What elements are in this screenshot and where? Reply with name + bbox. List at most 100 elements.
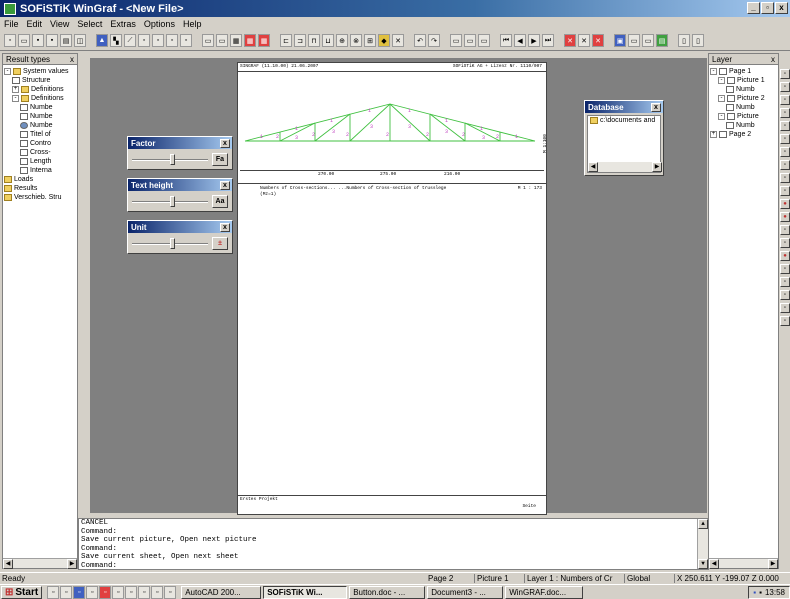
tray-icon[interactable]: ▪: [753, 588, 756, 597]
tree-item[interactable]: Numb: [710, 85, 777, 94]
tree-item[interactable]: Interna: [4, 166, 76, 175]
tree-item[interactable]: Numb: [710, 121, 777, 130]
factor-button[interactable]: Fa: [212, 153, 228, 166]
start-button[interactable]: ⊞ Start: [1, 585, 43, 599]
zoom-page-icon[interactable]: ▭: [464, 34, 476, 47]
tray-icon[interactable]: ▪: [759, 588, 762, 597]
database-icon[interactable]: ▤: [656, 34, 668, 47]
tree-item[interactable]: - Picture 1: [710, 76, 777, 85]
collapse-icon[interactable]: -: [4, 68, 11, 75]
quick-launch-icon[interactable]: ▫: [99, 585, 112, 599]
tool-icon[interactable]: ▫: [780, 82, 790, 92]
tree-item[interactable]: Numbe: [4, 121, 76, 130]
next-page-icon[interactable]: ▶: [528, 34, 540, 47]
taskbar-item[interactable]: Button.doc - ...: [349, 585, 426, 599]
horizontal-scrollbar[interactable]: ◀ ▶: [3, 558, 77, 569]
taskbar-item[interactable]: WinGRAF.doc...: [505, 585, 584, 599]
slider-thumb[interactable]: [170, 153, 175, 165]
collapse-icon[interactable]: -: [718, 95, 725, 102]
tree-item[interactable]: + Definitions: [4, 85, 76, 94]
redo-icon[interactable]: ↷: [428, 34, 440, 47]
scroll-right-icon[interactable]: ▶: [67, 559, 77, 569]
tree-item[interactable]: Cross-: [4, 148, 76, 157]
tree-item[interactable]: Contro: [4, 139, 76, 148]
tool-icon[interactable]: ▫: [780, 290, 790, 300]
tool-icon[interactable]: ▫: [780, 316, 790, 326]
save-icon[interactable]: ▪: [32, 34, 44, 47]
tool-icon[interactable]: ▫: [780, 147, 790, 157]
tool-icon[interactable]: ▫: [138, 34, 150, 47]
scroll-left-icon[interactable]: ◀: [3, 559, 13, 569]
close-icon[interactable]: x: [70, 55, 74, 64]
window-icon[interactable]: ▣: [614, 34, 626, 47]
unit-button[interactable]: ±: [212, 237, 228, 250]
tool-icon[interactable]: ▫: [780, 121, 790, 131]
tool-icon[interactable]: ▫: [780, 173, 790, 183]
menu-extras[interactable]: Extras: [110, 19, 136, 29]
tree-item[interactable]: Loads: [4, 175, 76, 184]
new-icon[interactable]: ▫: [4, 34, 16, 47]
delete-icon[interactable]: ✕: [392, 34, 404, 47]
last-page-icon[interactable]: ⏭: [542, 34, 554, 47]
unit-titlebar[interactable]: Unit x: [128, 221, 232, 233]
expand-icon[interactable]: +: [710, 131, 717, 138]
undo-icon[interactable]: ↶: [414, 34, 426, 47]
quick-launch-icon[interactable]: ▫: [47, 585, 60, 599]
align-icon[interactable]: ⊗: [350, 34, 362, 47]
close-button[interactable]: x: [775, 2, 788, 14]
menu-help[interactable]: Help: [183, 19, 202, 29]
tree-item[interactable]: - Page 1: [710, 67, 777, 76]
tool-icon[interactable]: ▫: [152, 34, 164, 47]
frame-icon[interactable]: ▭: [216, 34, 228, 47]
menu-edit[interactable]: Edit: [27, 19, 43, 29]
taskbar-item[interactable]: SOFiSTiK Wi...: [263, 585, 348, 599]
tree-item[interactable]: - Definitions: [4, 94, 76, 103]
tree-item[interactable]: Titel of: [4, 130, 76, 139]
panel-icon[interactable]: ▯: [678, 34, 690, 47]
window-icon[interactable]: ▭: [642, 34, 654, 47]
close-icon[interactable]: x: [220, 138, 230, 148]
first-page-icon[interactable]: ⏮: [500, 34, 512, 47]
delete-sheet-icon[interactable]: ✕: [578, 34, 590, 47]
prev-page-icon[interactable]: ◀: [514, 34, 526, 47]
quick-launch-icon[interactable]: ▫: [86, 585, 99, 599]
tool-icon[interactable]: ▫: [780, 160, 790, 170]
tree-item[interactable]: Verschieb. Stru: [4, 193, 76, 202]
save-all-icon[interactable]: ▪: [46, 34, 58, 47]
tree-item[interactable]: Numbe: [4, 103, 76, 112]
expand-icon[interactable]: +: [12, 86, 19, 93]
tree-item[interactable]: - System values: [4, 67, 76, 76]
insert-picture-icon[interactable]: ▲: [96, 34, 108, 47]
slider-thumb[interactable]: [170, 237, 175, 249]
close-icon[interactable]: x: [771, 55, 775, 64]
tool-icon[interactable]: ▫: [780, 303, 790, 313]
tool-icon[interactable]: ●: [780, 251, 790, 261]
quick-launch-icon[interactable]: ▫: [112, 585, 125, 599]
tool-icon[interactable]: ▫: [780, 277, 790, 287]
menu-view[interactable]: View: [50, 19, 69, 29]
tree-item[interactable]: Numb: [710, 103, 777, 112]
menu-file[interactable]: File: [4, 19, 19, 29]
collapse-icon[interactable]: -: [12, 95, 19, 102]
tree-item[interactable]: - Picture: [710, 112, 777, 121]
collapse-icon[interactable]: -: [718, 113, 725, 120]
horizontal-scrollbar[interactable]: ◀ ▶: [709, 558, 778, 569]
tool-icon[interactable]: ●: [780, 212, 790, 222]
collapse-icon[interactable]: -: [718, 77, 725, 84]
maximize-button[interactable]: ▫: [761, 2, 774, 14]
zoom-window-icon[interactable]: ▭: [450, 34, 462, 47]
layer-icon[interactable]: ▦: [244, 34, 256, 47]
horizontal-scrollbar[interactable]: ◀ ▶: [588, 162, 662, 172]
factor-titlebar[interactable]: Factor x: [128, 137, 232, 149]
tool-icon[interactable]: ▫: [166, 34, 178, 47]
palette-icon[interactable]: ◆: [378, 34, 390, 47]
tree-item[interactable]: Numbe: [4, 112, 76, 121]
database-item[interactable]: c:\documents and: [588, 116, 660, 125]
tree-item[interactable]: Results: [4, 184, 76, 193]
tree-item[interactable]: + Page 2: [710, 130, 777, 139]
tool-icon[interactable]: ●: [780, 199, 790, 209]
collapse-icon[interactable]: -: [710, 68, 717, 75]
chart-icon[interactable]: ▚: [110, 34, 122, 47]
taskbar-item[interactable]: Document3 - ...: [427, 585, 504, 599]
print-icon[interactable]: ▤: [60, 34, 72, 47]
